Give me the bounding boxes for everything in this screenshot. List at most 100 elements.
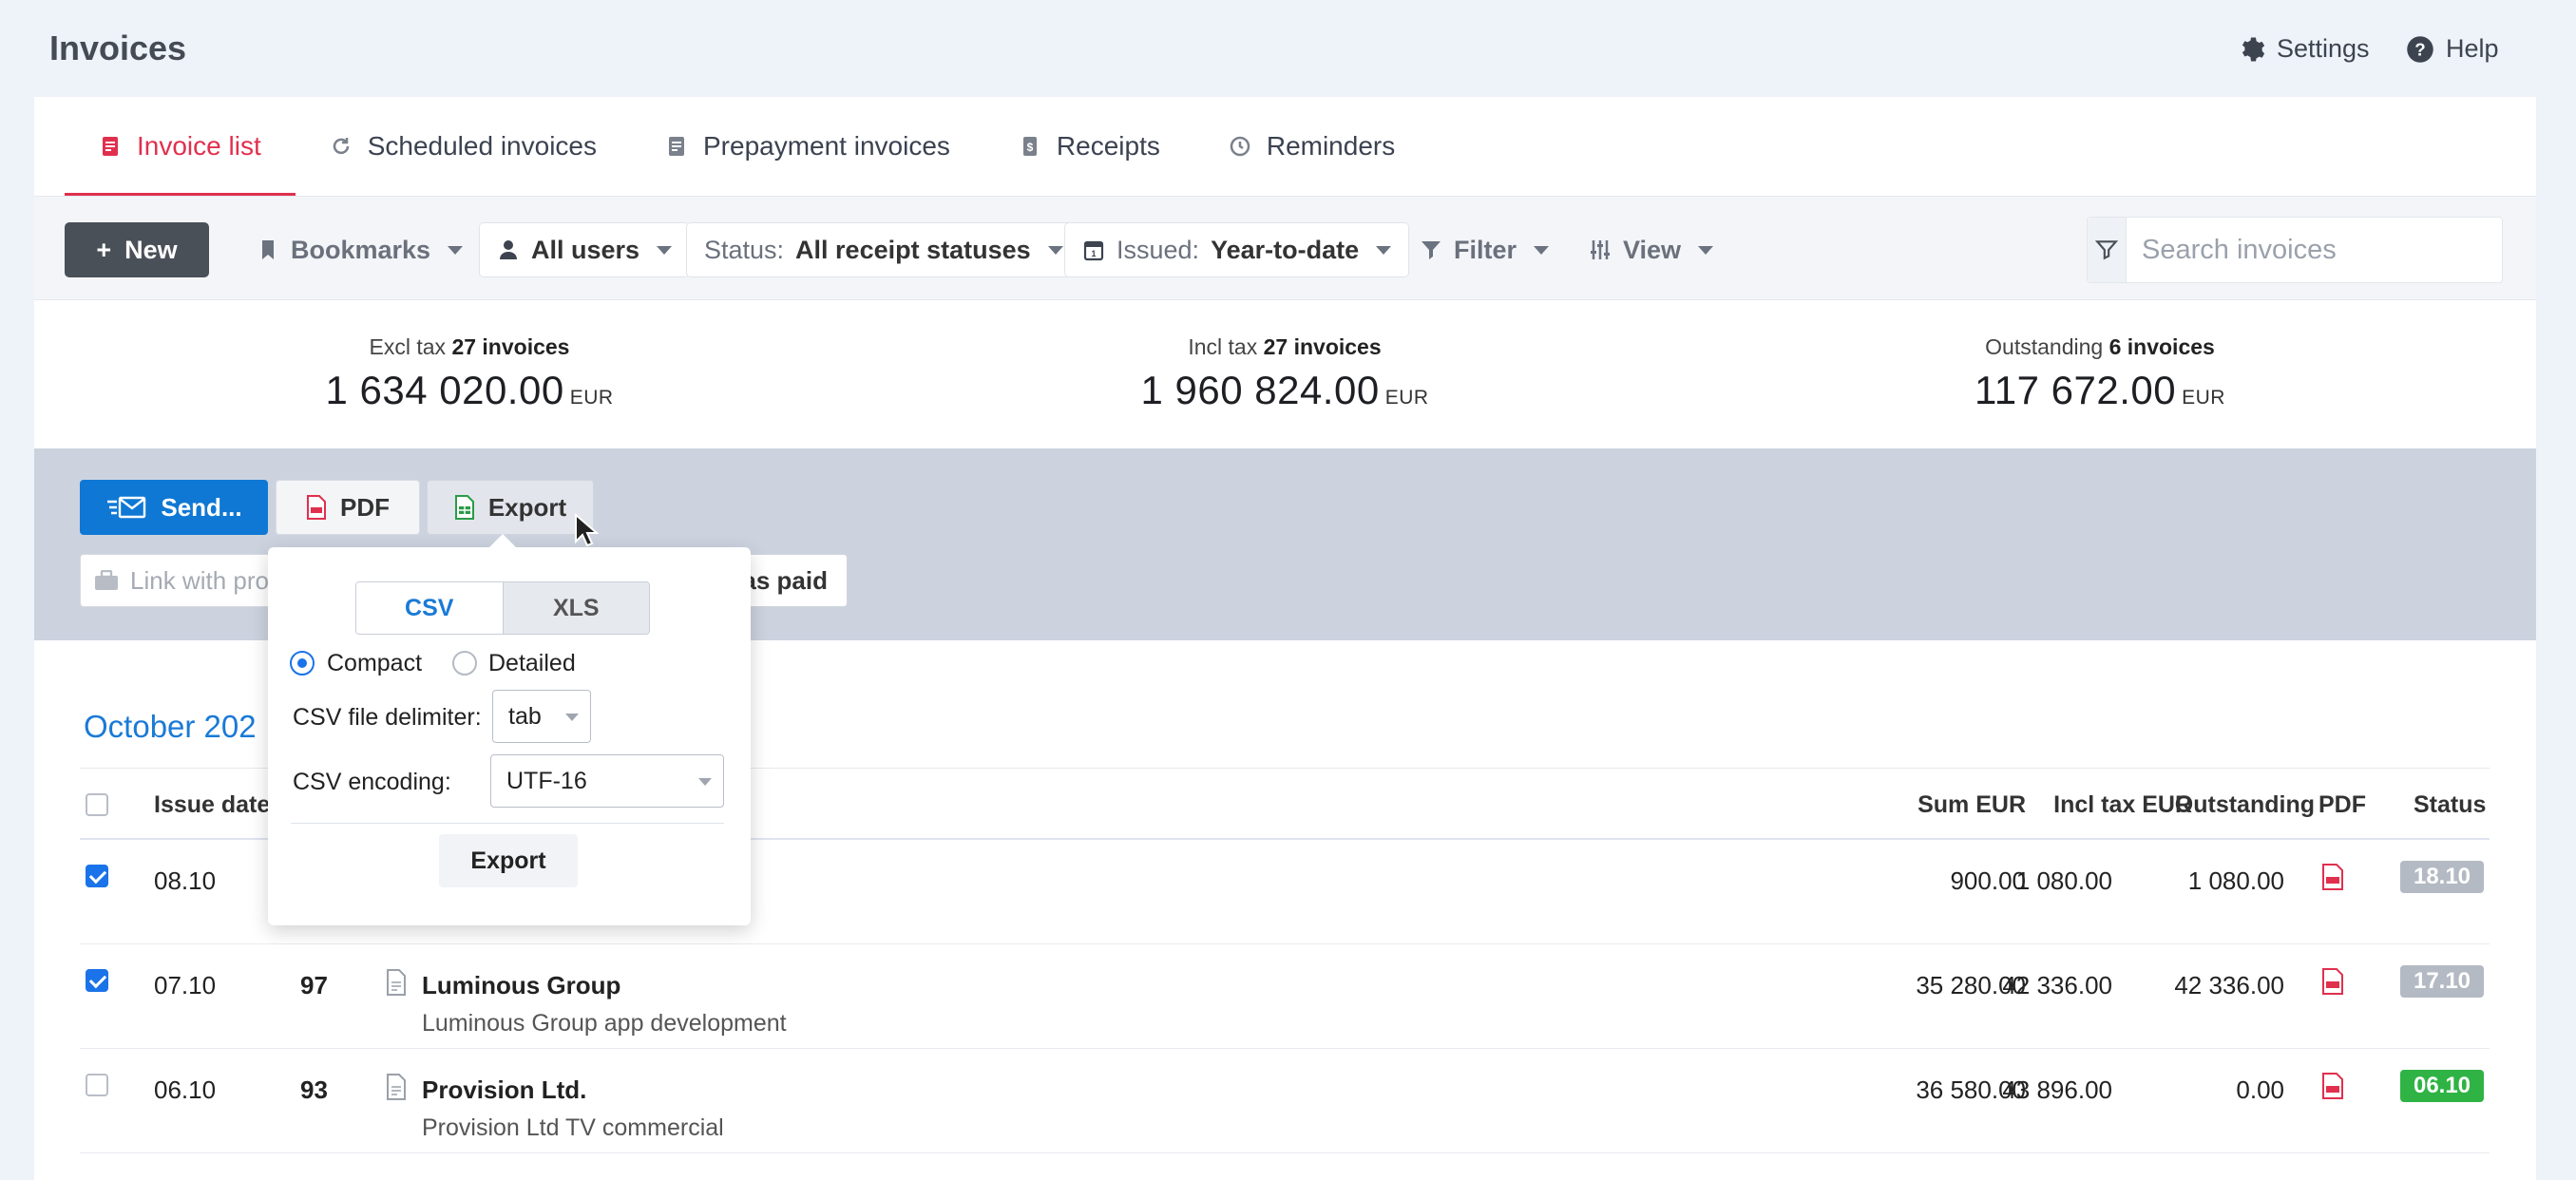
chevron-down-icon [565,714,579,721]
calendar-icon: 1 [1083,240,1104,261]
link-project-placeholder: Link with proj [130,565,275,595]
encoding-label: CSV encoding: [293,769,451,795]
pdf-icon[interactable] [2318,967,2347,996]
pdf-button[interactable]: PDF [276,480,420,535]
send-mail-icon [107,496,146,519]
row-incl-tax: 1 080.00 [2015,866,2112,895]
svg-text:1: 1 [1091,249,1096,258]
svg-text:$: $ [1027,141,1034,154]
help-icon: ? [2407,35,2433,63]
col-sum[interactable]: Sum EUR [1918,791,2026,819]
total-incl-tax: Incl tax 27 invoices 1 960 824.00 EUR [1000,334,1570,413]
row-date: 07.10 [154,971,217,999]
status-value: All receipt statuses [795,235,1031,264]
row-description: Luminous Group app development [422,1010,787,1037]
chevron-down-icon [1534,245,1550,255]
filter-label: Filter [1454,235,1517,264]
row-number: 93 [300,1075,328,1104]
search-box [2087,217,2503,283]
table-row[interactable]: 06.10 93 Provision Ltd. Provision Ltd TV … [80,1049,2490,1153]
format-xls-tab[interactable]: XLS [502,582,649,634]
row-client[interactable]: Luminous Group Luminous Group app develop… [422,971,787,1037]
pdf-icon[interactable] [2318,1072,2347,1100]
encoding-value: UTF-16 [506,767,587,794]
format-csv-tab[interactable]: CSV [356,582,503,634]
row-date: 08.10 [154,866,217,895]
bookmark-icon [262,240,274,259]
status-badge: 06.10 [2400,1070,2484,1102]
sliders-icon [1591,240,1610,259]
mark-paid-label: as paid [742,565,828,595]
refresh-icon [333,138,349,155]
search-filter-button[interactable] [2088,218,2127,282]
gear-icon [2242,37,2265,61]
pdf-icon[interactable] [2318,863,2347,891]
col-pdf: PDF [2318,791,2366,818]
col-issue-date[interactable]: Issue date [154,791,270,819]
row-incl-tax: 43 896.00 [2002,1075,2112,1104]
pdf-button-label: PDF [340,492,390,522]
tab-label: Receipts [1056,131,1160,161]
chevron-down-icon [657,245,673,255]
mouse-cursor-icon [575,513,599,547]
row-checkbox[interactable] [86,969,108,992]
total-label: Outstanding [1985,334,2104,359]
col-incl-tax[interactable]: Incl tax EUR [2053,791,2192,819]
client-name: Luminous Group [422,971,621,999]
new-button-label: New [124,235,178,264]
document-icon [387,1074,406,1100]
chevron-down-icon [1698,245,1714,255]
tab-invoice-list[interactable]: Invoice list [65,97,296,196]
col-outstanding[interactable]: Outstanding [2175,791,2315,819]
format-toggle: CSV XLS [355,581,650,635]
compact-label: Compact [327,650,423,676]
issued-dropdown[interactable]: 1 Issued: Year-to-date [1064,222,1410,277]
status-dropdown[interactable]: Status: All receipt statuses [686,222,1081,277]
bookmarks-label: Bookmarks [291,235,431,264]
view-dropdown[interactable]: View [1572,222,1730,277]
filter-dropdown[interactable]: Filter [1402,222,1566,277]
filter-icon [1422,241,1441,259]
issued-value: Year-to-date [1211,235,1360,264]
document-icon [387,969,406,996]
tab-scheduled-invoices[interactable]: Scheduled invoices [296,97,631,196]
encoding-select[interactable]: UTF-16 [490,754,724,808]
compact-radio[interactable] [290,651,315,676]
svg-text:?: ? [2414,39,2425,59]
row-checkbox[interactable] [86,865,108,887]
tab-label: Prepayment invoices [703,131,950,161]
select-all-checkbox[interactable] [86,793,108,816]
settings-link[interactable]: Settings [2237,34,2370,64]
status-prefix: Status: [704,235,785,264]
total-excl-tax: Excl tax 27 invoices 1 634 020.00 EUR [184,334,754,413]
row-client[interactable]: Provision Ltd. Provision Ltd TV commercia… [422,1075,724,1142]
table-row[interactable]: 07.10 97 Luminous Group Luminous Group ap… [80,944,2490,1049]
delimiter-select[interactable]: tab [492,690,591,743]
total-currency: EUR [569,387,614,409]
view-label: View [1623,235,1682,264]
tab-prepayment-invoices[interactable]: Prepayment invoices [631,97,984,196]
help-link[interactable]: ? Help [2406,34,2499,64]
send-button-label: Send... [161,492,242,522]
row-date: 06.10 [154,1075,217,1104]
bookmarks-dropdown[interactable]: Bookmarks [239,222,480,277]
client-name: Provision Ltd. [422,1075,587,1104]
search-input[interactable] [2127,218,2502,282]
send-button[interactable]: Send... [80,480,268,535]
row-checkbox[interactable] [86,1074,108,1096]
chevron-down-icon [698,778,712,786]
tab-receipts[interactable]: $ Receipts [984,97,1194,196]
total-count: 6 invoices [2109,334,2215,359]
status-badge: 17.10 [2400,965,2484,998]
export-button[interactable]: Export [427,480,594,535]
users-dropdown[interactable]: All users [479,222,691,277]
popover-export-button[interactable]: Export [439,834,578,887]
tab-label: Scheduled invoices [367,131,597,161]
month-heading: October 202 [84,709,257,744]
col-status[interactable]: Status [2414,791,2486,819]
help-label: Help [2446,34,2499,63]
new-button[interactable]: + New [65,222,209,277]
chevron-down-icon [1376,245,1392,255]
detailed-radio[interactable] [452,651,477,676]
tab-reminders[interactable]: Reminders [1194,97,1429,196]
